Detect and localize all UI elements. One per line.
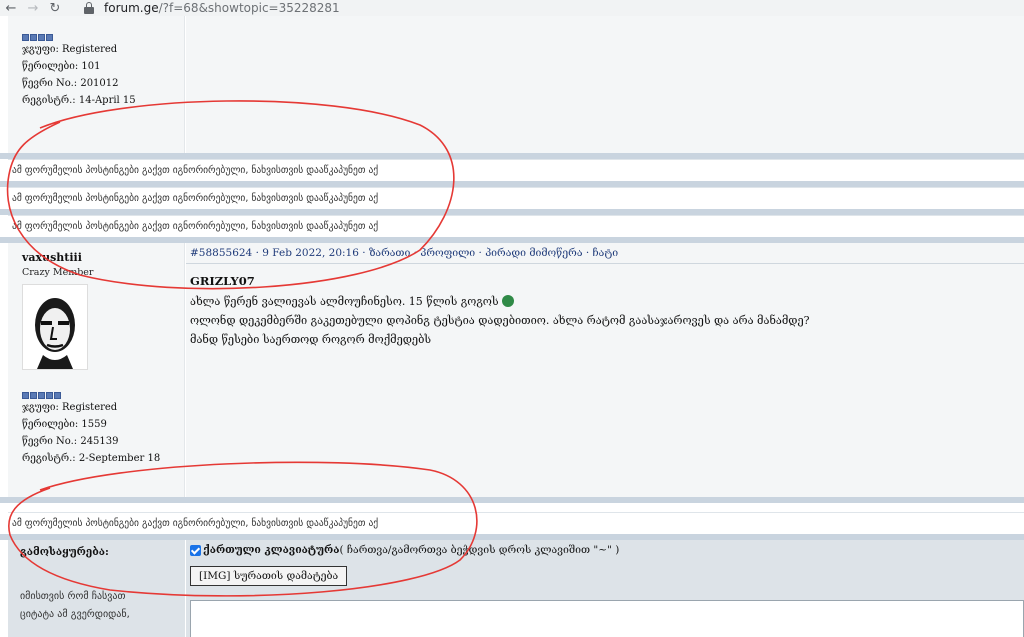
ignored-post-link[interactable]: ამ ფორუმელის პოსტინგები გაქვთ იგნორირებუ… (8, 187, 1024, 209)
avatar[interactable] (22, 284, 88, 370)
ignored-post-link[interactable]: ამ ფორუმელის პოსტინგები გაქვთ იგნორირებუ… (8, 512, 1024, 534)
post-text-line: ოლონდ დეკემბერში გაკეთებული დოპინგ ტესტი… (190, 314, 810, 327)
post-separator (0, 497, 1024, 503)
lock-icon[interactable] (84, 2, 94, 14)
forward-arrow-icon[interactable]: → (22, 0, 44, 16)
post-text-line: მანდ წესები საერთოდ როგორ მოქმედებს (190, 333, 432, 346)
quote-help-text: იმისთვის რომ ჩასვათ ციტატა ამ გვერდიდან, (20, 591, 130, 620)
post-author-sidebar: vaxushtiii Crazy Member ჯგუფი: Registere… (8, 243, 185, 497)
quoted-author: GRIZLY07 (190, 274, 255, 288)
reload-icon[interactable]: ↻ (44, 0, 66, 16)
back-arrow-icon[interactable]: ← (0, 0, 22, 16)
user-posts: წერილები: 1559 (22, 419, 107, 430)
rank-stars (22, 34, 184, 41)
post-profile-link[interactable]: პროფილი (420, 247, 475, 259)
post-chat-link[interactable]: ჩატი (593, 247, 619, 259)
post-author-title: Crazy Member (22, 267, 94, 278)
smiley-icon (502, 295, 515, 307)
user-group: ჯგუფი: Registered (22, 44, 118, 55)
add-image-button[interactable]: [IMG] სურათის დამატება (190, 566, 348, 586)
user-registered: რეგისტრ.: 2-September 18 (22, 453, 161, 464)
reply-form: ქართული კლავიატურა ( ჩართვა/გამორთვა ბეჭ… (186, 540, 1024, 637)
post-reply-link[interactable]: ზარათი (369, 247, 410, 259)
ignored-post-link[interactable]: ამ ფორუმელის პოსტინგები გაქვთ იგნორირებუ… (8, 159, 1024, 181)
user-member-no: წევრი No.: 201012 (22, 78, 119, 89)
georgian-keyboard-option: ქართული კლავიატურა ( ჩართვა/გამორთვა ბეჭ… (190, 544, 1024, 556)
user-group: ჯგუფი: Registered (22, 402, 118, 413)
post-body: #58855624 · 9 Feb 2022, 20:16 · ზარათი ·… (186, 243, 1024, 497)
options-label: გამოსაყურება: (20, 546, 109, 558)
previous-post-sidebar: ჯგუფი: Registered წერილები: 101 წევრი No… (8, 16, 185, 153)
post-header: #58855624 · 9 Feb 2022, 20:16 · ზარათი ·… (186, 243, 1024, 264)
reply-textarea[interactable] (190, 600, 1024, 637)
post-text-line: ახლა წერენ ვალიევას ალმოუჩინესო. 15 წლის… (190, 292, 1024, 311)
address-bar[interactable]: forum.ge/?f=68&showtopic=35228281 (104, 1, 340, 15)
post-author-name[interactable]: vaxushtiii (22, 251, 184, 264)
georgian-keyboard-checkbox[interactable] (190, 544, 201, 556)
browser-toolbar: ← → ↻ forum.ge/?f=68&showtopic=35228281 (0, 0, 1024, 16)
rank-stars (22, 392, 184, 399)
user-registered: რეგისტრ.: 14-April 15 (22, 95, 136, 106)
post-id-date[interactable]: #58855624 · 9 Feb 2022, 20:16 · (190, 247, 369, 259)
ignored-post-link[interactable]: ამ ფორუმელის პოსტინგები გაქვთ იგნორირებუ… (8, 215, 1024, 237)
georgian-keyboard-label[interactable]: ქართული კლავიატურა (203, 544, 339, 556)
avatar-face-icon (35, 298, 75, 369)
previous-post-body (186, 16, 1024, 153)
post-pm-link[interactable]: პირადი მიმოწერა (485, 247, 582, 259)
user-posts: წერილები: 101 (22, 61, 101, 72)
reply-options-sidebar: გამოსაყურება: იმისთვის რომ ჩასვათ ციტატა… (8, 540, 185, 637)
user-member-no: წევრი No.: 245139 (22, 436, 119, 447)
keyboard-hint: ( ჩართვა/გამორთვა ბეჭდვის დროს კლავიშით … (339, 544, 620, 556)
